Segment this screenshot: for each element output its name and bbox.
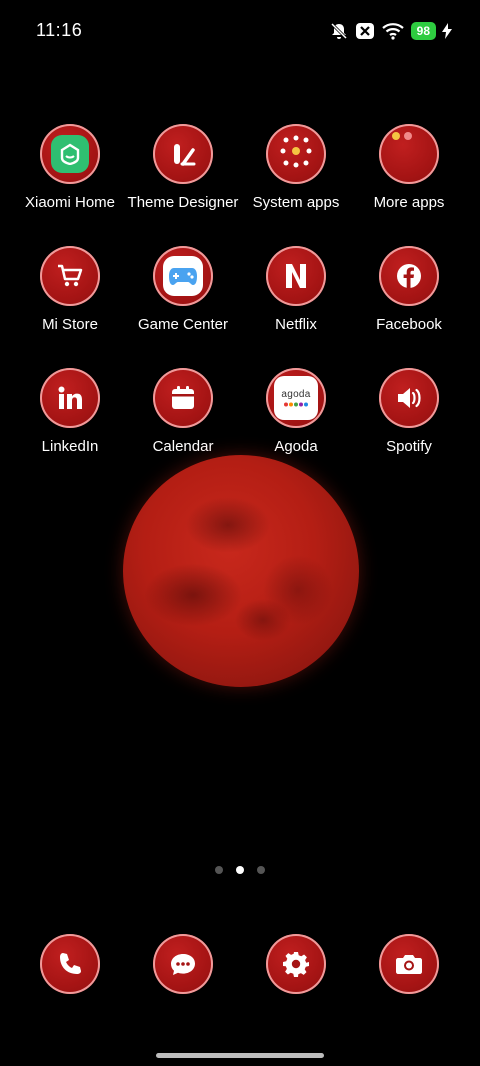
notification-x-icon — [355, 22, 375, 40]
netflix-icon[interactable] — [266, 246, 326, 306]
status-icons: 98 — [329, 20, 452, 42]
app-mi-store[interactable]: Mi Store — [10, 246, 130, 346]
status-bar: 11:16 98 — [0, 0, 480, 62]
dock-settings[interactable] — [266, 934, 326, 994]
status-time: 11:16 — [36, 20, 83, 40]
page-dot-active[interactable] — [236, 866, 244, 874]
app-game-center[interactable]: Game Center — [123, 246, 243, 346]
app-spotify[interactable]: Spotify — [349, 368, 469, 468]
agoda-icon[interactable]: agoda — [266, 368, 326, 428]
app-label: Spotify — [386, 438, 432, 455]
home-screen: 11:16 98 Xiaomi Home Theme Designer Syst… — [0, 0, 480, 1066]
app-label: More apps — [373, 194, 445, 211]
linkedin-icon[interactable] — [40, 368, 100, 428]
theme-designer-icon[interactable] — [153, 124, 213, 184]
mute-icon — [329, 21, 349, 41]
calendar-icon[interactable] — [153, 368, 213, 428]
dock-phone[interactable] — [40, 934, 100, 994]
page-indicator[interactable] — [0, 866, 480, 874]
xiaomi-home-icon[interactable] — [40, 124, 100, 184]
app-theme-designer[interactable]: Theme Designer — [123, 124, 243, 224]
app-calendar[interactable]: Calendar — [123, 368, 243, 468]
app-agoda[interactable]: agoda Agoda — [236, 368, 356, 468]
app-label: Facebook — [376, 316, 442, 333]
gear-icon[interactable] — [266, 934, 326, 994]
app-netflix[interactable]: Netflix — [236, 246, 356, 346]
agoda-wordmark: agoda — [281, 389, 311, 400]
folder-system-apps[interactable]: System apps — [236, 124, 356, 224]
cart-icon[interactable] — [40, 246, 100, 306]
dock-camera[interactable] — [379, 934, 439, 994]
battery-icon: 98 — [410, 22, 436, 40]
charging-icon — [442, 23, 452, 39]
wifi-icon — [381, 22, 405, 40]
app-xiaomi-home[interactable]: Xiaomi Home — [10, 124, 130, 224]
folder-icon[interactable] — [266, 124, 326, 184]
wallpaper-moon — [123, 455, 359, 687]
page-dot[interactable] — [215, 866, 223, 874]
phone-icon[interactable] — [40, 934, 100, 994]
message-icon[interactable] — [153, 934, 213, 994]
speaker-icon[interactable] — [379, 368, 439, 428]
camera-icon[interactable] — [379, 934, 439, 994]
app-linkedin[interactable]: LinkedIn — [10, 368, 130, 468]
app-facebook[interactable]: Facebook — [349, 246, 469, 346]
dock-messages[interactable] — [153, 934, 213, 994]
folder-more-apps[interactable]: More apps — [349, 124, 469, 224]
gesture-nav-handle[interactable] — [156, 1053, 324, 1058]
folder-icon[interactable] — [379, 124, 439, 184]
facebook-icon[interactable] — [379, 246, 439, 306]
gamepad-icon[interactable] — [153, 246, 213, 306]
page-dot[interactable] — [257, 866, 265, 874]
